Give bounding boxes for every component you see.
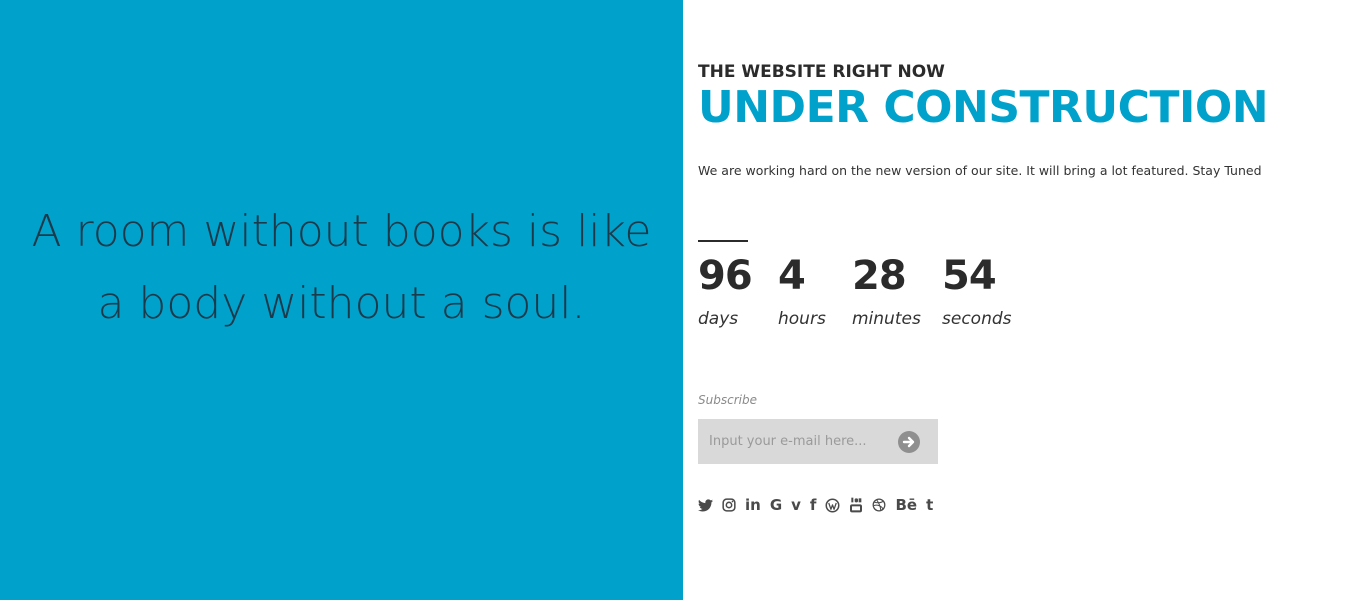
countdown-seconds: 54 seconds <box>942 252 1012 330</box>
divider <box>698 240 748 242</box>
countdown-days: 96 days <box>698 252 753 330</box>
quote-line-2: a body without a soul. <box>97 278 586 329</box>
quote-line-1: A room without books is like <box>31 206 652 257</box>
linkedin-icon[interactable]: in <box>745 495 761 515</box>
twitter-icon[interactable] <box>698 495 713 515</box>
vimeo-icon[interactable]: v <box>791 495 801 515</box>
social-links: in G v f Bē t <box>698 495 942 515</box>
tumblr-icon[interactable]: t <box>926 495 933 515</box>
wordpress-icon[interactable] <box>825 495 840 515</box>
page-kicker: THE WEBSITE RIGHT NOW <box>698 62 945 82</box>
content-panel: THE WEBSITE RIGHT NOW UNDER CONSTRUCTION… <box>698 0 1338 600</box>
google-icon[interactable]: G <box>770 495 782 515</box>
countdown-hours-value: 4 <box>778 253 806 299</box>
email-input[interactable] <box>698 419 888 464</box>
subscribe-submit-button[interactable] <box>898 431 920 453</box>
arrow-right-icon <box>902 436 915 448</box>
countdown-days-value: 96 <box>698 253 753 299</box>
page: A room without books is like a body with… <box>0 0 1350 600</box>
countdown-seconds-label: seconds <box>942 309 1012 329</box>
page-title: UNDER CONSTRUCTION <box>698 82 1269 133</box>
instagram-icon[interactable] <box>722 495 736 515</box>
facebook-icon[interactable]: f <box>810 495 817 515</box>
countdown-seconds-value: 54 <box>942 253 997 299</box>
behance-icon[interactable]: Bē <box>895 495 917 515</box>
page-description: We are working hard on the new version o… <box>698 163 1262 178</box>
countdown-hours-label: hours <box>778 309 826 329</box>
countdown-minutes: 28 minutes <box>852 252 921 330</box>
countdown-timer: 96 days 4 hours 28 minutes 54 seconds <box>698 252 1098 342</box>
countdown-minutes-value: 28 <box>852 253 907 299</box>
countdown-minutes-label: minutes <box>852 309 921 329</box>
countdown-days-label: days <box>698 309 739 329</box>
quote-text: A room without books is like a body with… <box>0 196 683 340</box>
subscribe-label: Subscribe <box>698 393 757 407</box>
youtube-icon[interactable] <box>849 495 863 515</box>
quote-panel: A room without books is like a body with… <box>0 0 683 600</box>
countdown-hours: 4 hours <box>778 252 826 330</box>
dribbble-icon[interactable] <box>872 495 886 515</box>
subscribe-form <box>698 419 938 464</box>
